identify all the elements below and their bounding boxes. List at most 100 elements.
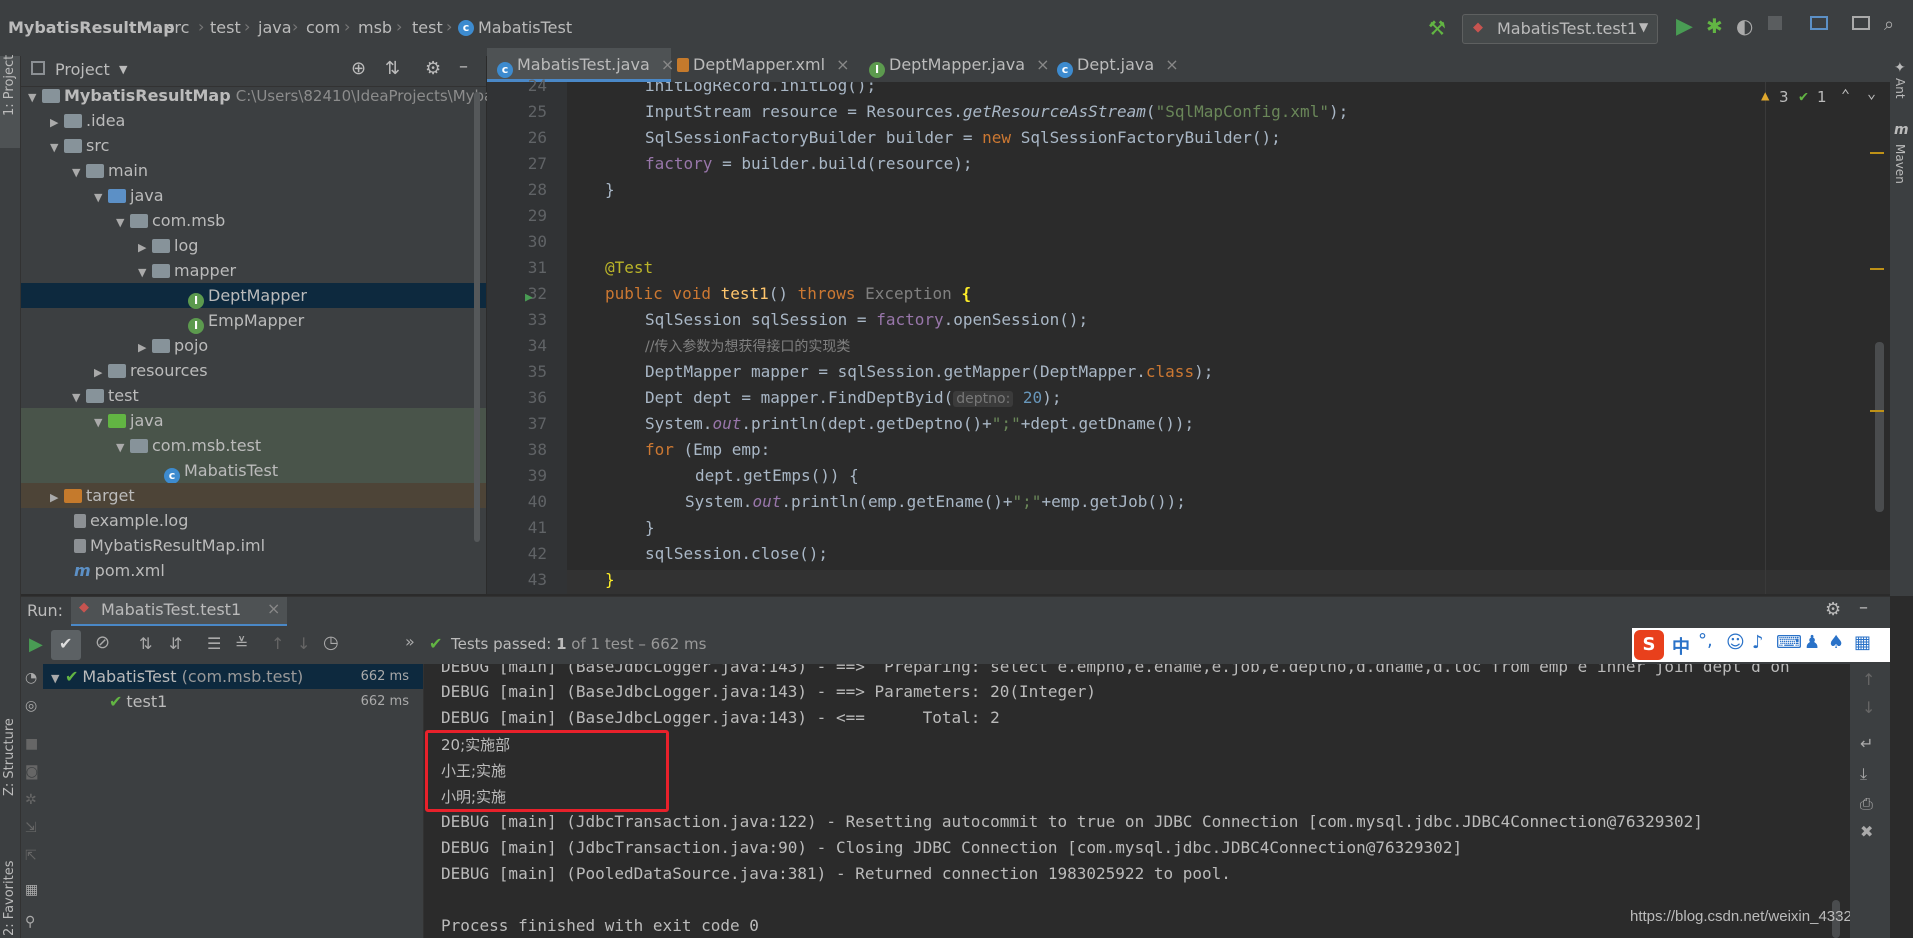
close-icon[interactable]: ×	[1036, 55, 1049, 74]
settings-icon[interactable]: ✲	[25, 792, 37, 808]
tree-item[interactable]: ▼ main	[72, 158, 148, 183]
chevron-down-icon[interactable]: ▼	[119, 63, 127, 76]
console-output[interactable]: DEBUG [main] (BaseJdbcLogger.java:143) -…	[424, 664, 1890, 938]
stop-icon[interactable]	[1768, 16, 1782, 30]
ime-language-label[interactable]: 中	[1672, 633, 1690, 659]
warning-marker[interactable]	[1870, 268, 1884, 270]
tree-item[interactable]: ▶ resources	[94, 358, 208, 383]
scrollbar[interactable]	[474, 92, 480, 542]
punctuation-icon[interactable]: °,	[1698, 630, 1713, 651]
build-hammer-icon[interactable]: ⚒	[1428, 16, 1446, 40]
close-icon[interactable]: ×	[661, 55, 674, 74]
trash-icon[interactable]: ✖	[1860, 822, 1873, 841]
close-icon[interactable]: ×	[267, 599, 280, 618]
layout-icon[interactable]: ▦	[25, 882, 38, 898]
minimize-icon[interactable]: –	[459, 56, 468, 77]
chevron-down-icon[interactable]: ⌄	[1867, 84, 1876, 102]
sort-duration-icon[interactable]: ⇵	[169, 634, 182, 653]
breadcrumb-java[interactable]: java	[258, 18, 292, 37]
emoji-icon[interactable]: ☺	[1726, 632, 1745, 653]
code-editor[interactable]: initLogRecord.initLog(); InputStream res…	[567, 82, 1890, 594]
tree-item[interactable]: ▶ pojo	[138, 333, 208, 358]
structure-tool-label[interactable]: Z: Structure	[2, 718, 17, 796]
rerun-icon[interactable]: ▶	[29, 634, 43, 655]
breadcrumb-src[interactable]: src	[166, 18, 189, 37]
close-icon[interactable]: ×	[1165, 55, 1178, 74]
import-icon[interactable]: ⇲	[25, 820, 37, 836]
warning-marker[interactable]	[1870, 152, 1884, 154]
tab-dept-java[interactable]: c Dept.java ×	[1057, 48, 1179, 82]
user-icon[interactable]: ♟	[1804, 632, 1820, 653]
breadcrumb-com[interactable]: com	[306, 18, 340, 37]
microphone-icon[interactable]: ♪	[1752, 632, 1764, 653]
camera-icon[interactable]: ◙	[25, 764, 39, 780]
collapse-all-icon[interactable]: ⇅	[385, 58, 400, 79]
tree-item[interactable]: ▼ test	[72, 383, 139, 408]
favorites-tool-label[interactable]: 2: Favorites	[2, 860, 17, 936]
project-view-title[interactable]: Project	[55, 60, 110, 79]
run-icon[interactable]: ▶	[1676, 14, 1693, 39]
toolbox-grid-icon[interactable]: ▦	[1854, 632, 1871, 653]
minimize-icon[interactable]: –	[1859, 597, 1868, 618]
history-clock-icon[interactable]: ◷	[323, 632, 339, 653]
tree-item[interactable]: MybatisResultMap.iml	[74, 533, 265, 558]
warning-icon[interactable]: ▲	[1761, 88, 1769, 104]
test-case-row[interactable]: ✔ test1 662 ms	[109, 689, 423, 714]
toggle-auto-test-icon[interactable]: ◎	[25, 698, 37, 714]
print-icon[interactable]: ⎙	[1860, 794, 1873, 814]
more-icon[interactable]: »	[405, 632, 415, 651]
locate-target-icon[interactable]: ⊕	[351, 58, 366, 79]
tree-item[interactable]: example.log	[74, 508, 188, 533]
chevron-up-icon[interactable]: ⌃	[1841, 86, 1850, 104]
debug-bug-icon[interactable]: ✱	[1706, 14, 1723, 38]
editor-scrollbar[interactable]	[1875, 342, 1884, 512]
search-icon[interactable]: ⌕	[1884, 14, 1894, 35]
scroll-down-icon[interactable]: ↓	[1862, 698, 1875, 717]
tree-root[interactable]: ▼ MybatisResultMap C:\Users\82410\IdeaPro…	[28, 83, 503, 108]
next-failed-icon[interactable]: ↓	[297, 634, 310, 653]
gear-icon[interactable]: ⚙	[425, 58, 441, 79]
tree-item[interactable]: ▶ .idea	[50, 108, 125, 133]
tree-item[interactable]: ▼ com.msb.test	[116, 433, 261, 458]
pin-icon[interactable]: ⚲	[25, 914, 35, 930]
run-test-gutter-icon[interactable]: ▶	[525, 290, 533, 305]
scroll-up-icon[interactable]: ↑	[1862, 670, 1875, 689]
previous-failed-icon[interactable]: ↑	[271, 634, 284, 653]
tree-item[interactable]: c MabatisTest	[164, 458, 278, 484]
soft-wrap-icon[interactable]: ↵	[1860, 734, 1873, 753]
breadcrumb-project[interactable]: MybatisResultMap	[8, 18, 175, 37]
tree-item[interactable]: ▶ log	[138, 233, 198, 258]
test-suite-row[interactable]: ▼ ✔ MabatisTest (com.msb.test) 662 ms	[51, 664, 423, 689]
tree-item[interactable]: m pom.xml	[74, 558, 165, 583]
tree-item[interactable]: ▼ com.msb	[116, 208, 225, 233]
gear-icon[interactable]: ⚙	[1825, 599, 1841, 620]
keyboard-icon[interactable]: ⌨	[1776, 632, 1802, 653]
warning-marker[interactable]	[1870, 410, 1884, 412]
tree-item[interactable]: ▶ target	[50, 483, 135, 508]
skin-shirt-icon[interactable]: ♠	[1828, 632, 1844, 653]
breadcrumb-msb[interactable]: msb	[358, 18, 392, 37]
show-ignored-icon[interactable]: ⊘	[95, 632, 110, 653]
breadcrumb-class[interactable]: MabatisTest	[478, 18, 572, 37]
project-structure-icon[interactable]	[1810, 16, 1828, 30]
export-icon[interactable]: ⇱	[25, 848, 37, 864]
project-tool-tab[interactable]: 1: Project	[0, 55, 20, 148]
presentation-icon[interactable]	[1852, 16, 1870, 30]
tab-deptmapper-java[interactable]: I DeptMapper.java ×	[869, 48, 1050, 82]
breadcrumb-test[interactable]: test	[210, 18, 241, 37]
scroll-to-end-icon[interactable]: ⤓	[1860, 764, 1867, 784]
run-tab[interactable]: ◆ MabatisTest.test1 ×	[71, 597, 287, 627]
rerun-failed-icon[interactable]: ◔	[25, 670, 37, 686]
sort-alpha-icon[interactable]: ⇅	[139, 634, 152, 653]
run-configuration-select[interactable]: ◆ MabatisTest.test1 ▼	[1462, 14, 1658, 44]
maven-tool-label[interactable]: Maven	[1893, 144, 1907, 184]
breadcrumb-test-pkg[interactable]: test	[412, 18, 443, 37]
coverage-icon[interactable]: ◐	[1736, 14, 1753, 38]
stop-icon[interactable]: ■	[25, 736, 38, 752]
tree-item[interactable]: ▼ java	[94, 408, 164, 433]
tree-item[interactable]: ▼ mapper	[138, 258, 236, 283]
tab-deptmapper-xml[interactable]: DeptMapper.xml ×	[677, 48, 863, 82]
tree-item-selected[interactable]: I DeptMapper	[188, 283, 307, 309]
expand-all-icon[interactable]: ☰	[207, 634, 221, 653]
collapse-all-icon[interactable]: ≚	[235, 634, 248, 653]
